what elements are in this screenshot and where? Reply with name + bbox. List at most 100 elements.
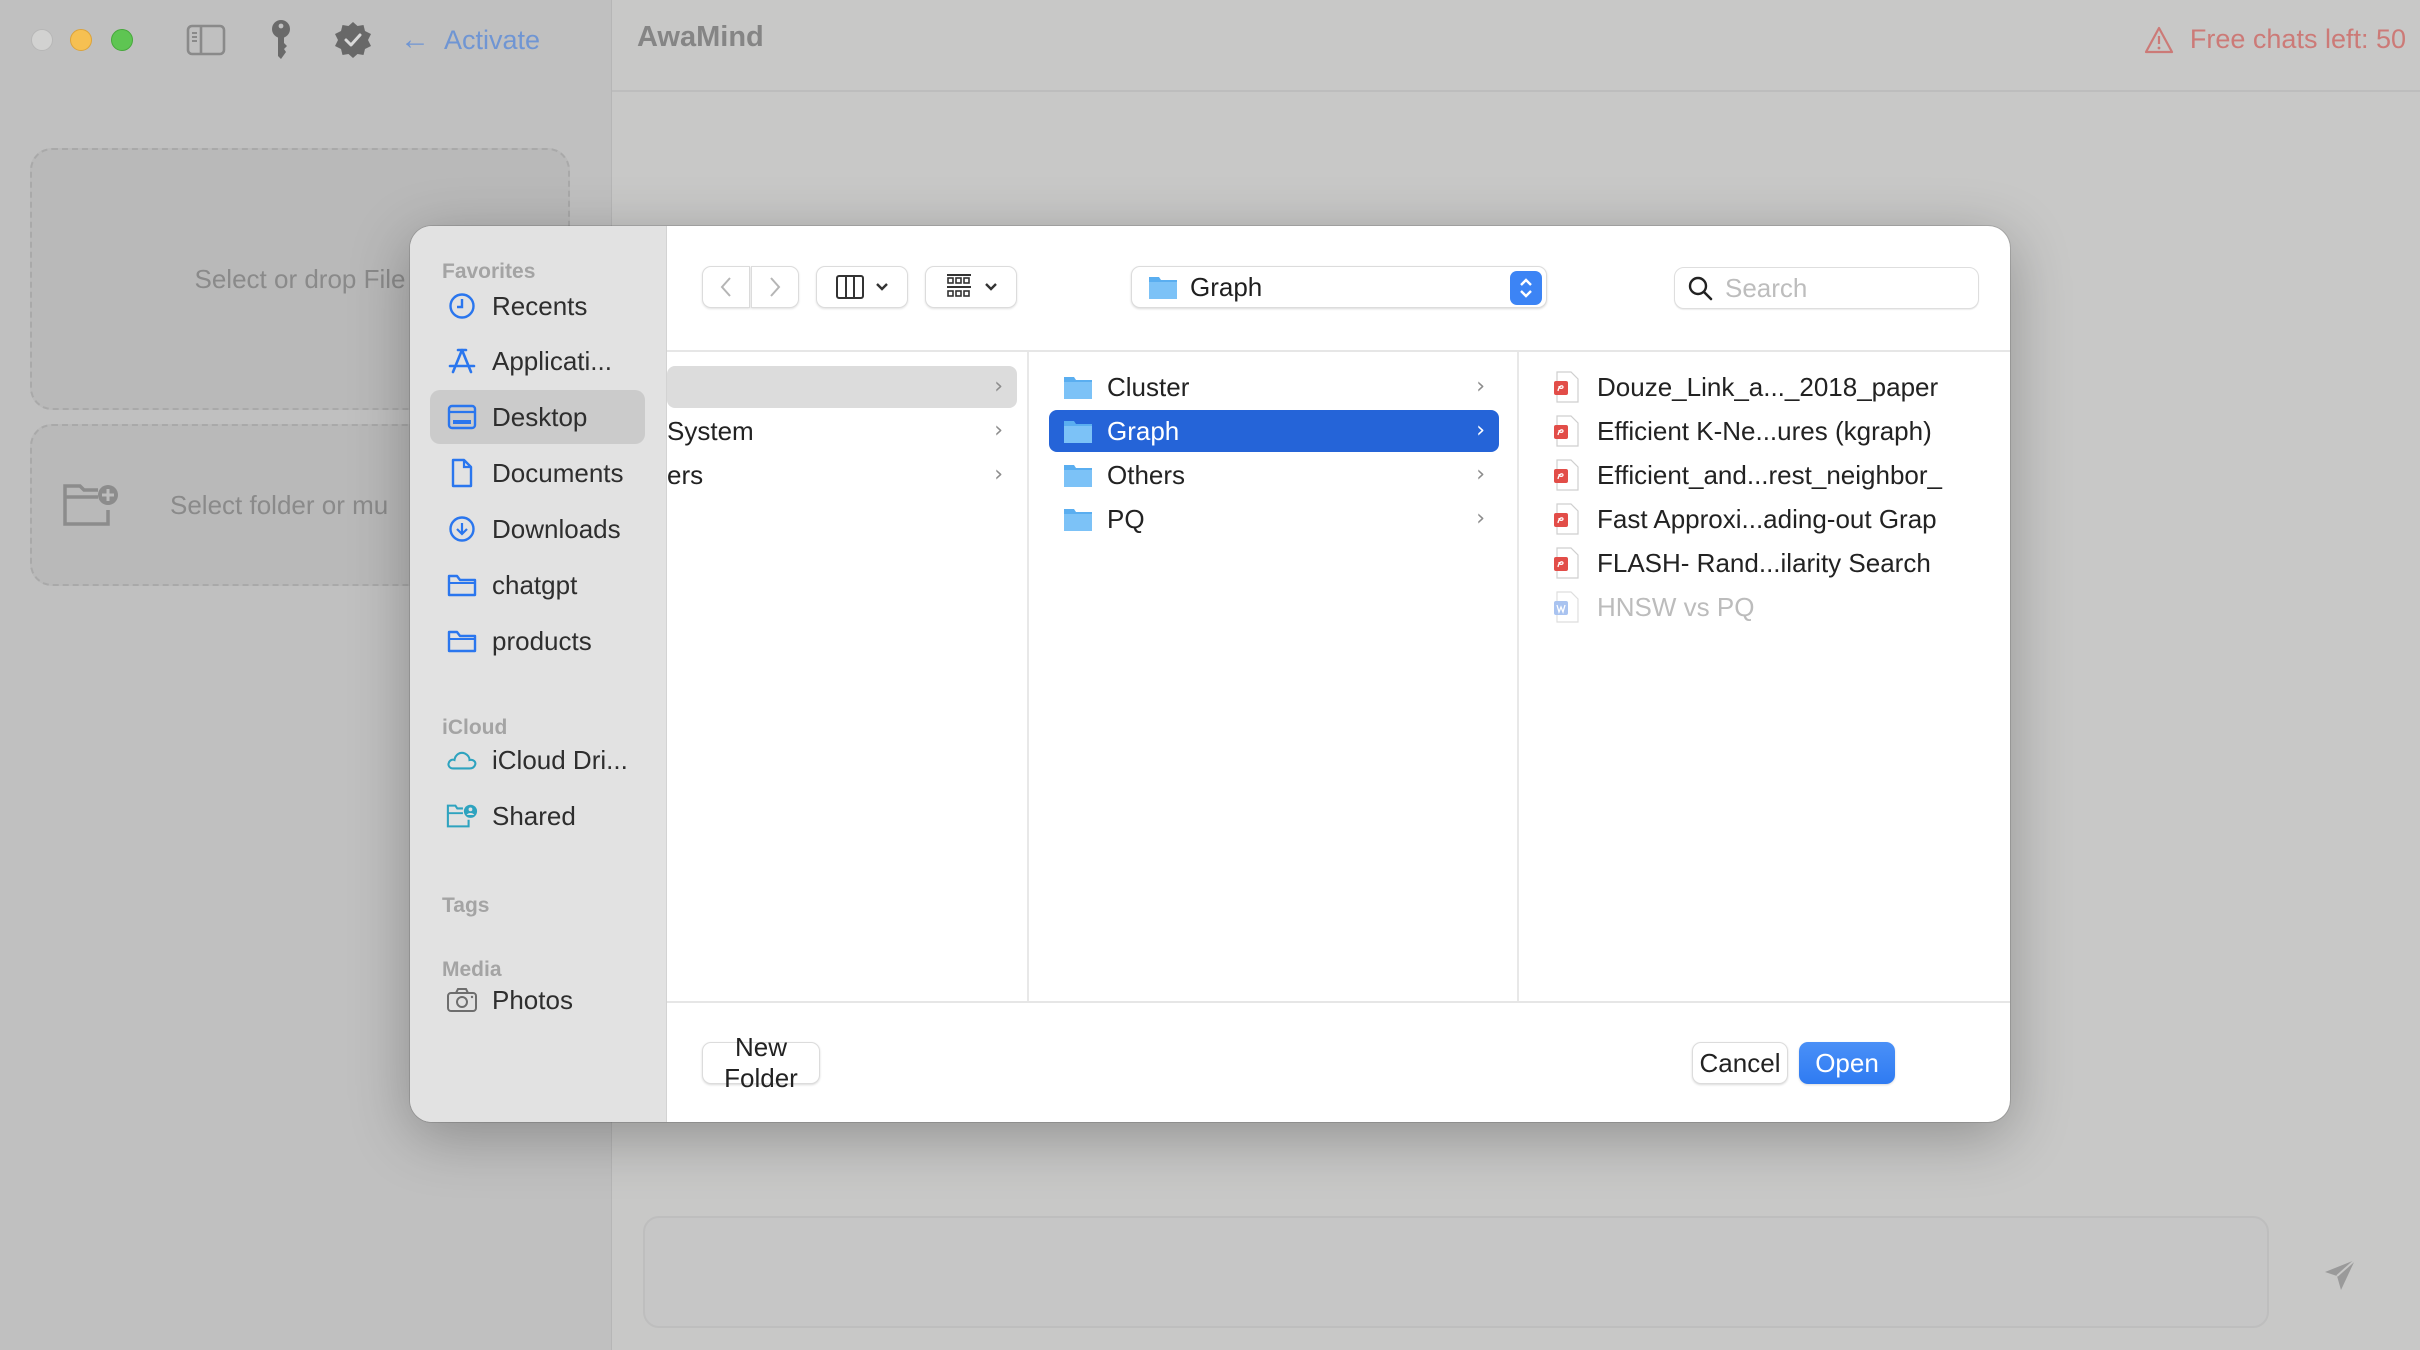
- sidebar-item-label: Applicati...: [492, 345, 612, 376]
- sidebar-toggle-icon[interactable]: [186, 20, 226, 60]
- row-label: PQ: [1107, 503, 1145, 534]
- shared-folder-icon: [446, 800, 478, 832]
- sidebar-item-label: Recents: [492, 290, 588, 321]
- file-row[interactable]: Efficient_and...rest_neighbor_: [1541, 454, 2001, 496]
- window-minimize-button[interactable]: [70, 29, 92, 51]
- chevron-right-icon: ›: [1476, 374, 1485, 399]
- key-icon[interactable]: [268, 20, 294, 60]
- folder-row-graph[interactable]: Graph ›: [1049, 410, 1499, 452]
- sidebar-item-applications[interactable]: Applicati...: [430, 334, 645, 388]
- location-label: Graph: [1190, 271, 1263, 302]
- column-row[interactable]: System ›: [667, 410, 1017, 452]
- folder-icon: [1064, 377, 1092, 399]
- pdf-file-icon: [1554, 459, 1579, 491]
- row-label: System: [667, 415, 754, 446]
- sidebar-item-recents[interactable]: Recents: [430, 279, 645, 333]
- sidebar-item-products[interactable]: products: [430, 614, 645, 668]
- sidebar-item-label: chatgpt: [492, 569, 578, 600]
- search-icon: [1688, 276, 1713, 301]
- search-field[interactable]: [1674, 267, 1979, 309]
- view-mode-button[interactable]: [816, 266, 908, 308]
- browser-column-2: Cluster › Graph › Others › PQ ›: [1029, 352, 1519, 1001]
- sidebar-item-label: Shared: [492, 800, 576, 831]
- folder-row-others[interactable]: Others ›: [1049, 454, 1499, 496]
- browser-column-1: › System › ers ›: [667, 352, 1029, 1001]
- column-row[interactable]: ›: [667, 366, 1017, 408]
- window-zoom-button[interactable]: [111, 29, 133, 51]
- column-view-icon: [836, 275, 864, 299]
- row-label: Fast Approxi...ading-out Grap: [1597, 503, 1937, 534]
- folder-row-cluster[interactable]: Cluster ›: [1049, 366, 1499, 408]
- file-row[interactable]: Efficient K-Ne...ures (kgraph): [1541, 410, 2001, 452]
- camera-icon: [446, 984, 478, 1016]
- folder-drop-label: Select folder or mu: [170, 489, 389, 520]
- column-browser: › System › ers › Cluster › Graph › Other…: [667, 352, 2010, 1001]
- open-button[interactable]: Open: [1799, 1042, 1895, 1084]
- sidebar-item-downloads[interactable]: Downloads: [430, 502, 645, 556]
- sidebar-item-label: Documents: [492, 457, 624, 488]
- folder-icon: [446, 569, 478, 601]
- back-button[interactable]: [702, 266, 750, 308]
- pdf-file-icon: [1554, 547, 1579, 579]
- group-by-button[interactable]: [925, 266, 1017, 308]
- folder-add-icon: [63, 484, 118, 526]
- grid-group-icon: [947, 274, 971, 297]
- sidebar-item-label: iCloud Dri...: [492, 744, 628, 775]
- sidebar-item-label: Downloads: [492, 513, 621, 544]
- warning-icon: [2144, 26, 2173, 53]
- download-icon: [446, 513, 478, 545]
- folder-icon: [1064, 509, 1092, 531]
- row-label: Others: [1107, 459, 1186, 490]
- send-icon[interactable]: [2322, 1257, 2358, 1293]
- browser-column-3: Douze_Link_a..._2018_paper Efficient K-N…: [1519, 352, 2010, 1001]
- sidebar-item-documents[interactable]: Documents: [430, 446, 645, 500]
- row-label: ers: [667, 459, 704, 490]
- desktop-icon: [446, 401, 478, 433]
- sidebar-item-desktop[interactable]: Desktop: [430, 390, 645, 444]
- app-store-icon: [446, 345, 478, 377]
- folder-row-pq[interactable]: PQ ›: [1049, 498, 1499, 540]
- chevron-left-icon: [720, 277, 731, 297]
- row-label: Efficient K-Ne...ures (kgraph): [1597, 415, 1932, 446]
- free-chats-label: Free chats left: 50: [2189, 24, 2406, 54]
- sidebar-item-icloud-drive[interactable]: iCloud Dri...: [430, 733, 645, 787]
- open-file-dialog: Favorites Recents Applicati... Desktop D…: [410, 226, 2010, 1122]
- folder-icon: [446, 625, 478, 657]
- chevron-right-icon: ›: [994, 374, 1003, 399]
- free-chats-indicator: Free chats left: 50: [2144, 24, 2406, 55]
- chevron-right-icon: ›: [994, 418, 1003, 443]
- chevron-right-icon: [770, 277, 781, 297]
- pdf-file-icon: [1554, 503, 1579, 535]
- column-row[interactable]: ers ›: [667, 454, 1017, 496]
- folder-icon: [1064, 465, 1092, 487]
- sidebar-item-label: Photos: [492, 984, 573, 1015]
- section-tags: Tags: [442, 894, 490, 917]
- chevron-down-icon: [985, 283, 997, 291]
- pdf-file-icon: [1554, 415, 1579, 447]
- file-row[interactable]: FLASH- Rand...ilarity Search: [1541, 542, 2001, 584]
- chevron-right-icon: ›: [994, 462, 1003, 487]
- file-row[interactable]: Fast Approxi...ading-out Grap: [1541, 498, 2001, 540]
- verified-badge-icon[interactable]: [333, 20, 373, 60]
- sidebar-item-photos[interactable]: Photos: [430, 973, 645, 1027]
- chat-input[interactable]: [643, 1216, 2269, 1328]
- location-popup[interactable]: Graph: [1131, 266, 1547, 308]
- row-label: Graph: [1107, 415, 1180, 446]
- forward-button[interactable]: [751, 266, 799, 308]
- new-folder-button[interactable]: New Folder: [702, 1032, 820, 1093]
- cancel-button[interactable]: Cancel: [1692, 1042, 1788, 1084]
- window-close-button[interactable]: [31, 29, 53, 51]
- app-title: AwaMind: [637, 21, 764, 53]
- search-input[interactable]: [1725, 272, 1965, 304]
- sidebar-item-label: Desktop: [492, 401, 588, 432]
- sidebar-item-shared[interactable]: Shared: [430, 789, 645, 843]
- sidebar-item-label: products: [492, 625, 592, 656]
- row-label: Efficient_and...rest_neighbor_: [1597, 459, 1942, 490]
- cloud-icon: [446, 744, 478, 776]
- file-row: HNSW vs PQ: [1541, 586, 2001, 628]
- row-label: HNSW vs PQ: [1597, 591, 1755, 622]
- file-row[interactable]: Douze_Link_a..._2018_paper: [1541, 366, 2001, 408]
- sidebar-item-chatgpt[interactable]: chatgpt: [430, 558, 645, 612]
- clock-icon: [446, 290, 478, 322]
- activate-link[interactable]: ← Activate: [400, 22, 540, 58]
